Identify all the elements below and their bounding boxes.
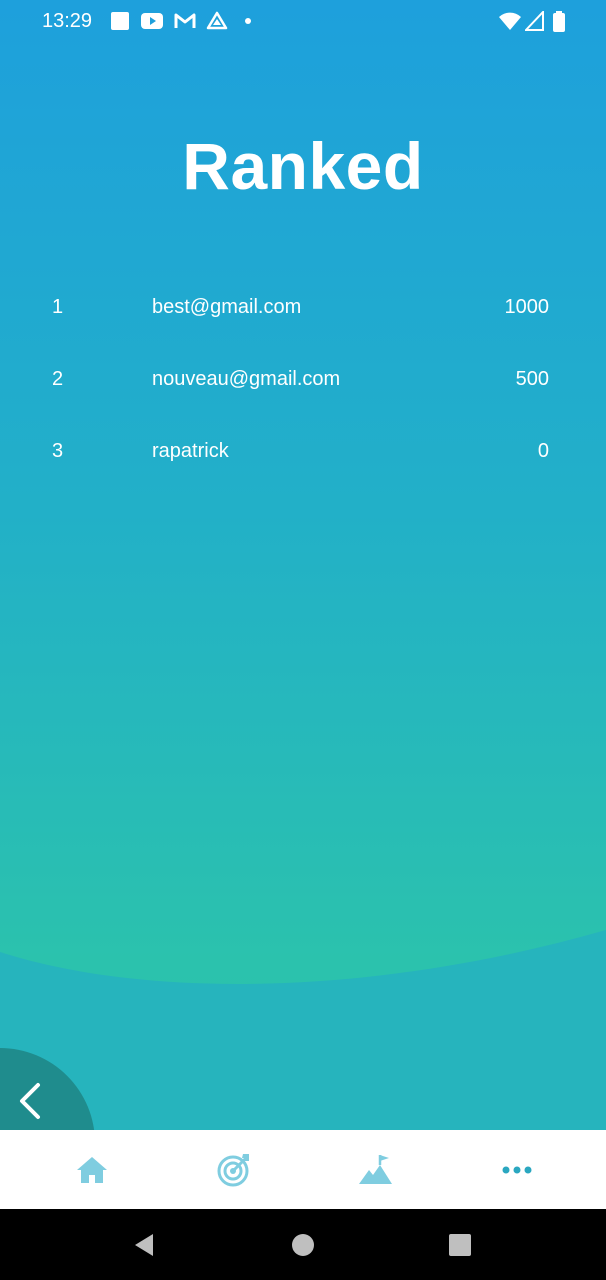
back-triangle-icon [135,1233,153,1256]
cellular-signal-icon [525,11,544,31]
chevron-left-icon[interactable] [16,1082,46,1122]
ranking-row: 1 best@gmail.com 1000 [0,288,606,328]
rank-position: 2 [52,368,64,390]
system-home-button[interactable] [263,1209,343,1280]
rank-score: 500 [515,368,549,390]
background-wave [0,930,606,1130]
nav-item-goals[interactable] [300,1130,451,1209]
battery-icon [553,11,565,32]
rank-position: 3 [52,440,64,462]
rank-player-name: rapatrick [152,440,229,462]
status-bar: 13:29 [0,0,606,44]
rank-position: 1 [52,296,64,318]
nav-item-home[interactable] [16,1130,167,1209]
youtube-icon [141,13,163,29]
system-nav-bar [0,1209,606,1280]
status-time: 13:29 [42,10,93,32]
recents-square-icon [449,1233,471,1256]
rank-score: 1000 [504,296,550,318]
dot-icon [245,18,251,24]
target-icon [217,1153,249,1186]
rank-player-name: nouveau@gmail.com [152,368,341,390]
bottom-nav [0,1130,606,1209]
rank-score: 0 [537,440,549,462]
wifi-icon [499,12,521,30]
square-notification-icon [111,12,129,30]
home-circle-icon [292,1233,314,1256]
gmail-icon [174,13,196,28]
drive-icon [206,11,228,30]
system-back-button[interactable] [104,1209,184,1280]
rank-player-name: best@gmail.com [152,296,302,318]
page-title: Ranked [182,129,424,203]
system-recents-button[interactable] [420,1209,500,1280]
more-dots-icon [502,1166,531,1173]
nav-item-more[interactable] [441,1130,592,1209]
ranking-row: 2 nouveau@gmail.com 500 [0,360,606,400]
mountain-flag-icon [358,1154,392,1184]
home-icon [76,1156,107,1183]
app-screen: 13:29 Ranked 1 best@gmail.com 1000 2 nou… [0,0,606,1130]
nav-item-target[interactable] [158,1130,309,1209]
ranking-row: 3 rapatrick 0 [0,432,606,472]
